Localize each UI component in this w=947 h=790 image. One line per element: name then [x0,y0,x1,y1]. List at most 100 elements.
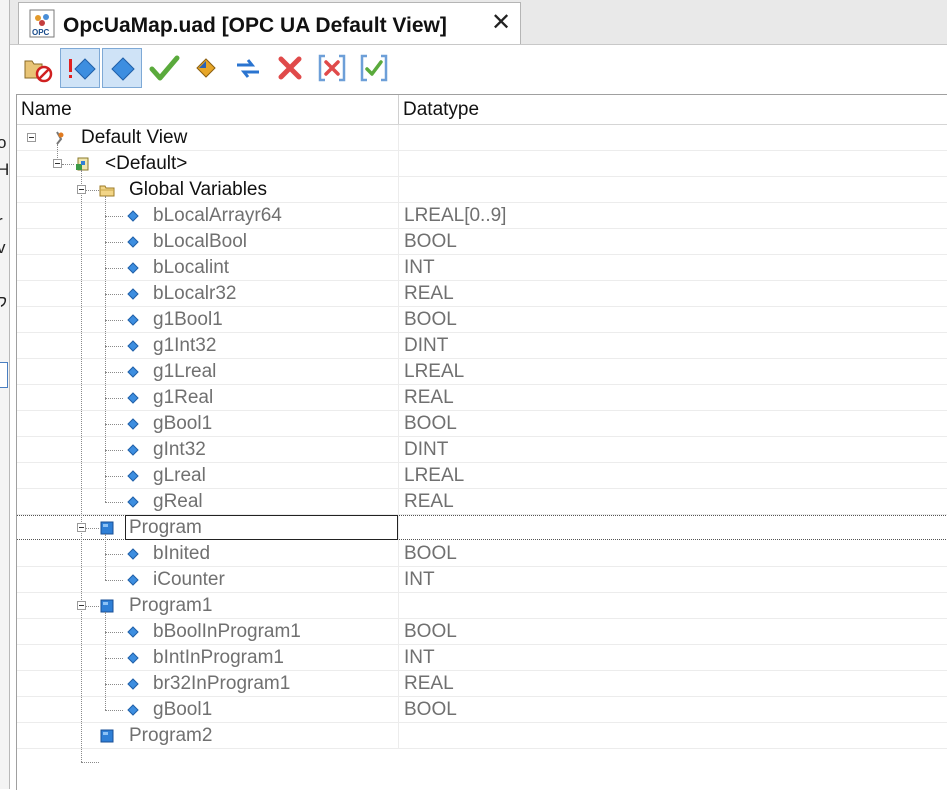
variable-row[interactable]: bInited BOOL [17,541,947,567]
folder-icon [99,182,115,198]
tree-connector [105,502,123,503]
tree-node-row[interactable]: Default View [17,125,947,151]
datatype-cell: REAL [404,283,454,304]
variable-row[interactable]: bIntInProgram1 INT [17,645,947,671]
variable-icon [125,546,141,562]
variable-row[interactable]: bLocalr32 REAL [17,281,947,307]
toolbar-button-navigate[interactable] [186,48,226,88]
variable-row[interactable]: gLreal LREAL [17,463,947,489]
variable-icon [125,442,141,458]
node-label[interactable]: bBoolInProgram1 [153,619,301,645]
toolbar-button-mark-changed[interactable] [60,48,100,88]
collapse-toggle-icon[interactable] [27,133,36,142]
tree-node-row[interactable]: Program2 [17,723,947,749]
datatype-cell: BOOL [404,231,457,252]
left-text-fragment: H [0,160,9,180]
node-label[interactable]: g1Real [153,385,213,411]
collapse-toggle-icon[interactable] [77,523,86,532]
tree-node-row[interactable]: Program1 [17,593,947,619]
datatype-cell: BOOL [404,413,457,434]
variable-icon [125,494,141,510]
node-label[interactable]: Global Variables [129,177,267,203]
variable-row[interactable]: bLocalArrayr64 LREAL[0..9] [17,203,947,229]
node-label[interactable]: bLocalint [153,255,229,281]
node-label[interactable]: br32InProgram1 [153,671,290,697]
node-label[interactable]: bLocalBool [153,229,247,255]
tree-connector [105,242,123,243]
document-tab-strip: OPC OpcUaMap.uad [OPC UA Default View] ✕ [10,0,947,45]
datatype-cell: LREAL [404,361,465,382]
variable-row[interactable]: g1Bool1 BOOL [17,307,947,333]
node-label[interactable]: Program2 [129,723,212,749]
node-label[interactable]: <Default> [105,151,187,177]
variable-row[interactable]: gBool1 BOOL [17,697,947,723]
node-label[interactable]: bInited [153,541,210,567]
sync-arrows-icon [237,59,259,78]
left-panel-field[interactable] [0,362,8,388]
select-node-icon [111,57,135,81]
node-label[interactable]: bLocalr32 [153,281,236,307]
node-label[interactable]: bLocalArrayr64 [153,203,282,229]
node-label[interactable]: g1Int32 [153,333,216,359]
variable-row[interactable]: gReal REAL [17,489,947,515]
node-label[interactable]: Program [129,515,202,541]
variable-row[interactable]: br32InProgram1 REAL [17,671,947,697]
document-tab[interactable]: OPC OpcUaMap.uad [OPC UA Default View] ✕ [18,2,521,44]
tree-connector [86,190,99,191]
datatype-cell: BOOL [404,621,457,642]
tree-node-row[interactable]: Program [17,515,947,541]
tree-connector [105,580,123,581]
datatype-cell: INT [404,647,435,668]
tree-connector [62,164,74,165]
toolbar-button-delete-disable[interactable] [18,48,58,88]
node-label[interactable]: gBool1 [153,411,212,437]
variable-row[interactable]: bLocalint INT [17,255,947,281]
toolbar-button-bracket-check[interactable] [354,48,394,88]
datatype-cell: BOOL [404,543,457,564]
node-label[interactable]: gReal [153,489,203,515]
datatype-cell: REAL [404,387,454,408]
variable-row[interactable]: bLocalBool BOOL [17,229,947,255]
toolbar-button-select-node[interactable] [102,48,142,88]
tree-connector [105,476,123,477]
toolbar-button-delete[interactable] [270,48,310,88]
datatype-cell: INT [404,569,435,590]
tree-list-view[interactable]: Name Datatype Default View <Default> Globa… [16,94,947,790]
variable-icon [125,208,141,224]
collapse-toggle-icon[interactable] [77,185,86,194]
node-label[interactable]: Default View [81,125,187,151]
toolbar-button-sync[interactable] [228,48,268,88]
tree-node-row[interactable]: <Default> [17,151,947,177]
column-header: Name Datatype [17,95,947,125]
node-label[interactable]: gLreal [153,463,206,489]
left-text-fragment: r [0,212,3,232]
tree-connector [105,320,123,321]
variable-row[interactable]: g1Lreal LREAL [17,359,947,385]
toolbar-button-check[interactable] [144,48,184,88]
variable-icon [125,650,141,666]
node-label[interactable]: gInt32 [153,437,206,463]
node-label[interactable]: iCounter [153,567,225,593]
node-label[interactable]: bIntInProgram1 [153,645,284,671]
variable-icon [125,624,141,640]
variable-row[interactable]: iCounter INT [17,567,947,593]
node-label[interactable]: g1Lreal [153,359,216,385]
variable-row[interactable]: g1Int32 DINT [17,333,947,359]
variable-row[interactable]: bBoolInProgram1 BOOL [17,619,947,645]
tree-node-row[interactable]: Global Variables [17,177,947,203]
tree-connector [105,450,123,451]
tree-connector [105,710,123,711]
variable-icon [125,702,141,718]
column-header-datatype[interactable]: Datatype [399,95,899,124]
node-label[interactable]: g1Bool1 [153,307,223,333]
toolbar-button-bracket-delete[interactable] [312,48,352,88]
close-icon[interactable]: ✕ [489,11,513,35]
variable-row[interactable]: gInt32 DINT [17,437,947,463]
node-label[interactable]: gBool1 [153,697,212,723]
node-label[interactable]: Program1 [129,593,212,619]
column-header-name[interactable]: Name [17,95,398,124]
collapse-toggle-icon[interactable] [77,601,86,610]
variable-row[interactable]: g1Real REAL [17,385,947,411]
collapse-toggle-icon[interactable] [53,159,62,168]
variable-row[interactable]: gBool1 BOOL [17,411,947,437]
